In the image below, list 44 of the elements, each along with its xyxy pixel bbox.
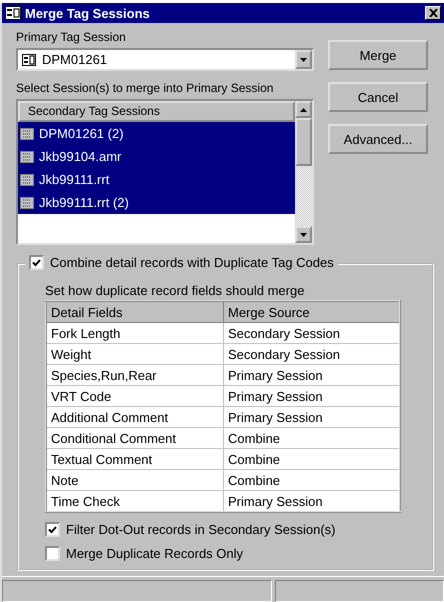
table-cell: Species,Run,Rear bbox=[46, 364, 224, 386]
session-item[interactable]: Jkb99111.rrt (2) bbox=[18, 191, 295, 214]
column-header: Merge Source bbox=[224, 301, 400, 322]
table-cell: Additional Comment bbox=[46, 406, 224, 428]
scroll-up-icon bbox=[300, 108, 307, 112]
dialog-button[interactable]: Advanced... bbox=[328, 124, 428, 154]
window-title: Merge Tag Sessions bbox=[25, 6, 151, 20]
session-dropdown[interactable]: DPM01261 bbox=[16, 48, 314, 71]
table-cell: Fork Length bbox=[46, 322, 224, 344]
grid-icon bbox=[20, 128, 34, 140]
window-icon bbox=[5, 6, 21, 20]
check-icon bbox=[48, 526, 57, 534]
table-cell: VRT Code bbox=[46, 386, 224, 406]
dialog-button[interactable]: Cancel bbox=[328, 82, 428, 112]
caret-icon bbox=[300, 58, 307, 62]
grid-icon bbox=[20, 150, 34, 162]
session-item[interactable]: Jkb99111.rrt bbox=[18, 168, 295, 191]
scrollbar[interactable] bbox=[295, 101, 312, 243]
dialog-button[interactable]: Merge bbox=[328, 40, 428, 70]
checkbox-label: Merge Duplicate Records Only bbox=[66, 546, 244, 561]
table-cell: Textual Comment bbox=[46, 448, 224, 470]
list-label: Select Session(s) to merge into Primary Session bbox=[16, 81, 274, 95]
grid-icon bbox=[20, 174, 34, 186]
checkbox[interactable] bbox=[45, 546, 60, 561]
field-label: Primary Tag Session bbox=[16, 30, 127, 44]
column-header: Detail Fields bbox=[46, 301, 224, 322]
session-item[interactable]: Jkb99104.amr bbox=[18, 145, 295, 168]
table-icon bbox=[22, 54, 36, 66]
close-icon bbox=[428, 9, 438, 17]
column-header: Secondary Tag Sessions bbox=[18, 101, 295, 122]
check-icon bbox=[32, 258, 41, 266]
hint-text: Set how duplicate record fields should merge bbox=[45, 283, 306, 298]
checkbox[interactable] bbox=[45, 522, 60, 537]
dropdown-arrow-button[interactable] bbox=[295, 50, 312, 69]
table-cell: Conditional Comment bbox=[46, 428, 224, 448]
checkbox-label: Filter Dot-Out records in Secondary Session(s) bbox=[66, 522, 336, 537]
table-cell: Note bbox=[46, 470, 224, 490]
dropdown-value: DPM01261 bbox=[42, 52, 108, 67]
checkbox[interactable] bbox=[29, 255, 44, 270]
close-button[interactable] bbox=[425, 6, 441, 20]
scroll-down-icon bbox=[300, 232, 307, 236]
session-item[interactable]: DPM01261 (2) bbox=[18, 122, 295, 145]
grid-icon bbox=[20, 196, 34, 208]
table-cell: Weight bbox=[46, 344, 224, 364]
